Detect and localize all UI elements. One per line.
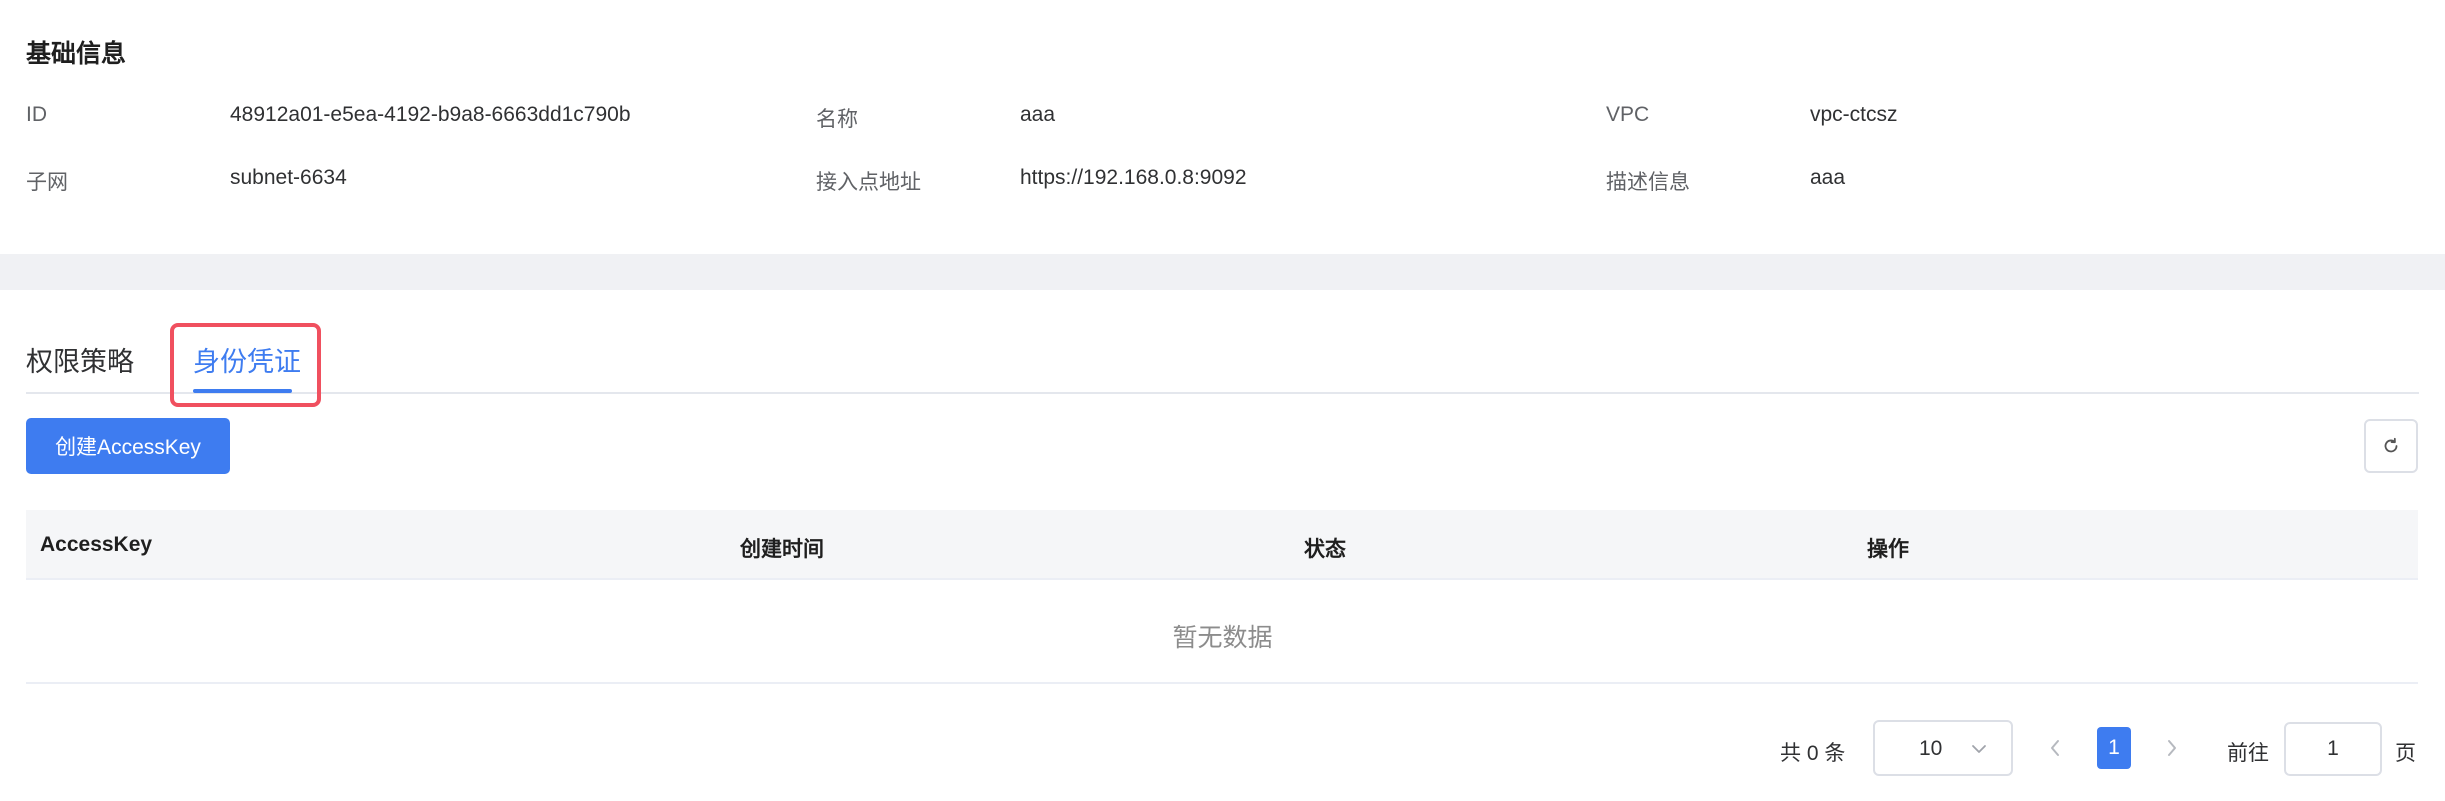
goto-suffix: 页 <box>2395 742 2416 765</box>
column-header-accesskey: AccessKey <box>40 533 153 556</box>
column-header-status: 状态 <box>1304 538 1346 561</box>
table-bottom-border <box>26 682 2418 684</box>
refresh-icon <box>2384 437 2398 453</box>
section-separator <box>0 254 2445 290</box>
prev-page-icon[interactable] <box>2046 735 2064 761</box>
create-accesskey-button[interactable]: 创建AccessKey <box>26 418 230 474</box>
field-value-description: aaa <box>1810 166 1846 189</box>
empty-state-text: 暂无数据 <box>1172 624 1273 652</box>
chevron-down-icon <box>1972 745 1986 753</box>
refresh-button[interactable] <box>2364 419 2418 473</box>
field-label-endpoint: 接入点地址 <box>816 171 921 194</box>
column-header-created-time: 创建时间 <box>740 538 824 561</box>
field-label-id: ID <box>26 103 47 126</box>
page-number-current[interactable]: 1 <box>2097 727 2131 769</box>
field-value-name: aaa <box>1020 103 1056 126</box>
next-page-icon[interactable] <box>2163 735 2181 761</box>
field-label-vpc: VPC <box>1606 103 1650 126</box>
field-value-subnet: subnet-6634 <box>230 166 347 189</box>
section-title: 基础信息 <box>26 40 127 68</box>
field-label-name: 名称 <box>816 108 858 131</box>
field-label-description: 描述信息 <box>1606 171 1690 194</box>
basic-info-section: 基础信息 ID 48912a01-e5ea-4192-b9a8-6663dd1c… <box>0 0 2445 254</box>
field-value-vpc: vpc-ctcsz <box>1810 103 1898 126</box>
page-size-value: 10 <box>1919 737 1943 760</box>
goto-page-input[interactable]: 1 <box>2284 722 2382 776</box>
tabs-divider <box>26 392 2419 394</box>
field-label-subnet: 子网 <box>26 171 68 194</box>
table-header <box>26 510 2418 580</box>
field-value-endpoint: https://192.168.0.8:9092 <box>1020 166 1247 189</box>
highlight-box <box>170 323 321 407</box>
column-header-actions: 操作 <box>1867 538 1909 561</box>
page-size-select[interactable]: 10 <box>1873 720 2013 776</box>
total-count: 共 0 条 <box>1780 742 1846 765</box>
field-value-id: 48912a01-e5ea-4192-b9a8-6663dd1c790b <box>230 103 631 126</box>
goto-label: 前往 <box>2227 742 2269 765</box>
tab-permission-policy[interactable]: 权限策略 <box>26 340 134 379</box>
